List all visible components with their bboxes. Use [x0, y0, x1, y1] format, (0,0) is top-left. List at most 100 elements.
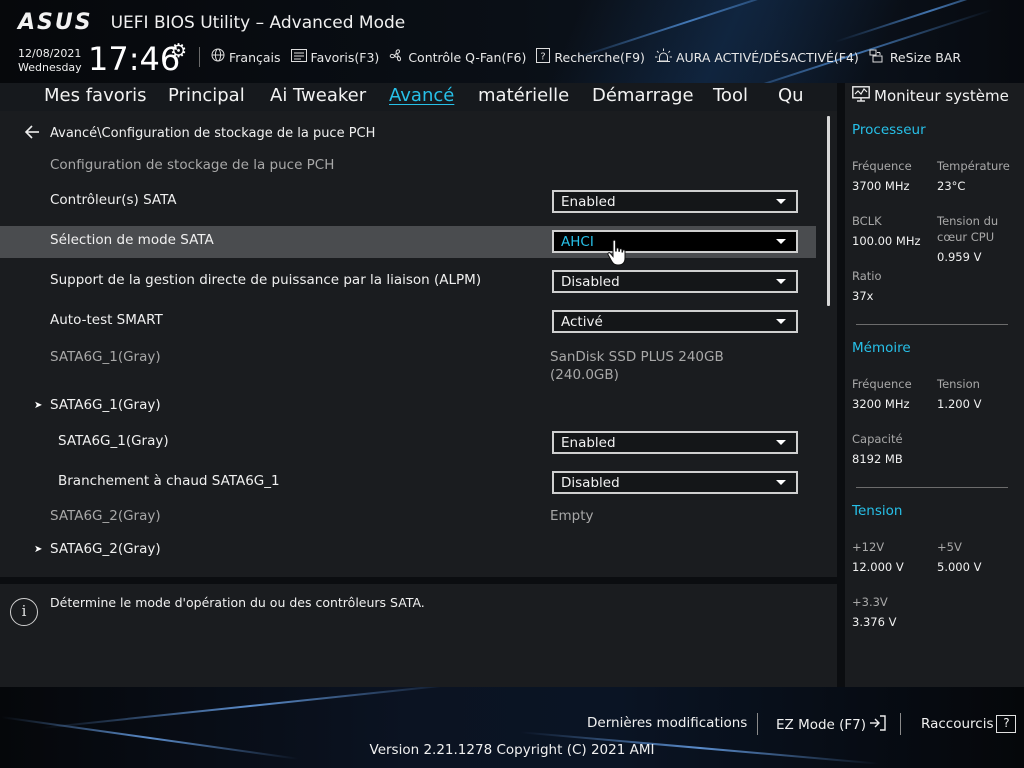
tab-tool[interactable]: Tool: [713, 85, 748, 106]
tab-favorites[interactable]: Mes favoris: [44, 85, 147, 106]
v33-value: 3.376 V: [852, 615, 897, 629]
breadcrumb[interactable]: Avancé\Configuration de stockage de la p…: [24, 124, 375, 143]
date: 12/08/2021: [18, 47, 82, 60]
monitor-title: Moniteur système: [852, 86, 1009, 106]
qfan-button[interactable]: Contrôle Q-Fan(F6): [389, 48, 526, 67]
cpu-temp-label: Température: [937, 159, 1010, 173]
info-icon: i: [10, 598, 38, 626]
breadcrumb-text: Avancé\Configuration de stockage de la p…: [50, 126, 376, 141]
mouse-pointer-icon: [606, 239, 630, 271]
last-modifications-button[interactable]: Dernières modifications: [587, 715, 747, 731]
resize-bar-button[interactable]: ReSize BAR: [869, 48, 961, 67]
help-key-icon: ?: [996, 715, 1017, 733]
ratio-label: Ratio: [852, 269, 882, 283]
tab-ai-tweaker[interactable]: Ai Tweaker: [270, 85, 366, 106]
sata1-drive-capacity: (240.0GB): [550, 367, 619, 383]
smart-label: Auto-test SMART: [50, 312, 163, 328]
tab-boot[interactable]: Démarrage: [592, 85, 694, 106]
chevron-down-icon: [776, 480, 786, 485]
tab-hardware[interactable]: matérielle: [478, 85, 569, 106]
cpu-freq-value: 3700 MHz: [852, 179, 910, 193]
chevron-down-icon: [776, 199, 786, 204]
sata-controller-value: Enabled: [561, 194, 616, 210]
cpu-temp-value: 23°C: [937, 179, 966, 193]
vcore-label: Tension du cœur CPU: [937, 213, 998, 245]
help-text: Détermine le mode d'opération du ou des …: [50, 595, 425, 610]
sata-mode-value: AHCI: [561, 234, 594, 250]
mem-volt-label: Tension: [937, 377, 980, 391]
sata1-submenu[interactable]: SATA6G_1(Gray): [50, 397, 161, 413]
aura-label: AURA ACTIVÉ/DÉSACTIVÉ(F4): [675, 49, 859, 65]
version-text: Version 2.21.1278 Copyright (C) 2021 AMI: [369, 742, 655, 758]
sata2-drive-info: Empty: [550, 508, 594, 524]
v5-value: 5.000 V: [937, 560, 982, 574]
toolbar: Français Favoris(F3) Contrôle Q-Fan(F6) …: [199, 47, 971, 67]
footer-divider: [757, 713, 758, 735]
sata2-submenu[interactable]: SATA6G_2(Gray): [50, 541, 161, 557]
bclk-label: BCLK: [852, 214, 882, 228]
search-button[interactable]: ? Recherche(F9): [536, 47, 645, 67]
ez-mode-button[interactable]: EZ Mode (F7): [776, 715, 887, 735]
main-tabs: Mes favoris Principal Ai Tweaker Avancé …: [0, 83, 837, 111]
qfan-label: Contrôle Q-Fan(F6): [408, 49, 527, 65]
monitor-divider: [856, 487, 1008, 488]
fan-icon: [389, 48, 404, 67]
app-title: UEFI BIOS Utility – Advanced Mode: [110, 12, 406, 33]
v33-label: +3.3V: [852, 595, 888, 609]
tab-advanced[interactable]: Avancé: [389, 85, 454, 106]
language-label: Français: [229, 49, 281, 65]
tab-quit[interactable]: Qu: [778, 85, 804, 106]
monitor-icon: [852, 86, 870, 106]
favorites-button[interactable]: Favoris(F3): [290, 48, 379, 66]
back-arrow-icon[interactable]: [24, 124, 40, 143]
footer-divider: [900, 713, 901, 735]
sata1-drive-name: SanDisk SSD PLUS 240GB: [550, 349, 724, 365]
bclk-value: 100.00 MHz: [852, 234, 921, 248]
tab-main[interactable]: Principal: [168, 85, 245, 106]
processor-heading: Processeur: [852, 122, 926, 138]
ratio-value: 37x: [852, 289, 874, 303]
sata1-hotplug-label: Branchement à chaud SATA6G_1: [58, 473, 280, 489]
v12-value: 12.000 V: [852, 560, 904, 574]
globe-icon: [211, 48, 225, 66]
chevron-down-icon: [776, 319, 786, 324]
sata-mode-select[interactable]: AHCI: [552, 230, 798, 253]
shortcuts-label: Raccourcis: [921, 716, 994, 732]
monitor-divider: [856, 324, 1008, 325]
sata-controller-select[interactable]: Enabled: [552, 190, 798, 213]
weekday: Wednesday: [18, 61, 82, 74]
asus-logo: ASUS: [18, 10, 93, 35]
smart-select[interactable]: Activé: [552, 310, 798, 333]
expand-arrow-icon: ➤: [34, 400, 43, 411]
resize-bar-label: ReSize BAR: [889, 49, 962, 65]
resize-bar-icon: [869, 48, 886, 67]
scrollbar[interactable]: [827, 116, 830, 306]
toolbar-divider: [199, 47, 200, 67]
alpm-value: Disabled: [561, 274, 620, 290]
sata1-port-value: Enabled: [561, 435, 616, 451]
language-button[interactable]: Français: [211, 48, 281, 66]
mem-volt-value: 1.200 V: [937, 397, 982, 411]
section-title: Configuration de stockage de la puce PCH: [50, 157, 335, 173]
memory-heading: Mémoire: [852, 340, 911, 356]
expand-arrow-icon: ➤: [34, 544, 43, 555]
chevron-down-icon: [776, 279, 786, 284]
sata1-port-label: SATA6G_1(Gray): [58, 433, 169, 449]
date-display: 12/08/2021 Wednesday: [18, 47, 82, 75]
aura-icon: [654, 48, 672, 67]
favorites-icon: [290, 48, 307, 66]
monitor-title-text: Moniteur système: [874, 87, 1009, 105]
sata1-hotplug-value: Disabled: [561, 475, 620, 491]
mem-cap-value: 8192 MB: [852, 452, 903, 466]
voltage-heading: Tension: [852, 503, 903, 519]
gear-icon[interactable]: ⚙: [170, 40, 187, 62]
aura-button[interactable]: AURA ACTIVÉ/DÉSACTIVÉ(F4): [654, 48, 859, 67]
sata1-hotplug-select[interactable]: Disabled: [552, 471, 798, 494]
search-help-icon: ?: [536, 47, 551, 67]
v12-label: +12V: [852, 540, 885, 554]
alpm-select[interactable]: Disabled: [552, 270, 798, 293]
sata1-port-select[interactable]: Enabled: [552, 431, 798, 454]
v5-label: +5V: [937, 540, 962, 554]
shortcuts-button[interactable]: Raccourcis ?: [921, 715, 1017, 733]
ez-mode-label: EZ Mode (F7): [776, 717, 867, 733]
